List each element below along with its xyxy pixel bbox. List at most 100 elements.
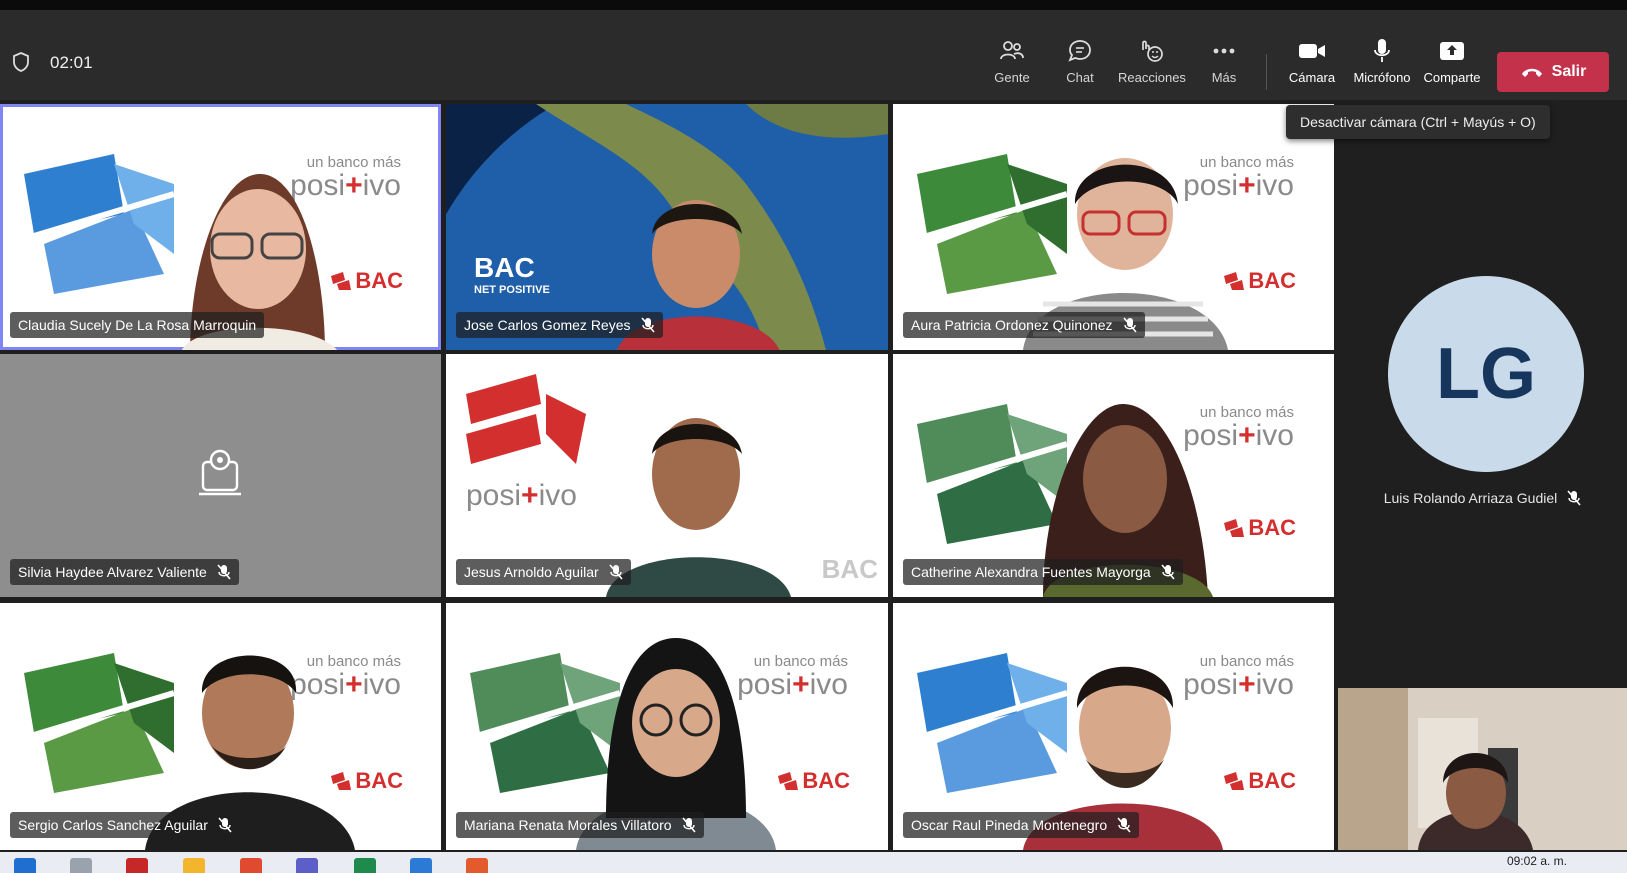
start-icon[interactable] [14, 858, 36, 873]
camera-label: Cámara [1288, 70, 1336, 85]
participant-tile[interactable]: BAC NET POSITIVE Jose Carlos Gomez Reyes [446, 104, 888, 350]
positivo-text: posi+ivo [466, 479, 577, 513]
mic-off-icon [1161, 564, 1175, 580]
windows-taskbar: 09:02 a. m. [0, 852, 1627, 873]
participant-name-tag: Jesus Arnoldo Aguilar [456, 559, 631, 585]
app-icon[interactable] [126, 858, 148, 873]
slogan-plus: + [1238, 668, 1256, 701]
mic-off-icon [1567, 490, 1581, 506]
bac-text: BAC [355, 268, 403, 293]
bac-logo: BAC [1224, 768, 1296, 794]
bac-text: BAC [1248, 268, 1296, 293]
people-icon [1000, 41, 1024, 60]
people-button[interactable]: Gente [990, 36, 1034, 94]
side-participant-pane[interactable]: LG Luis Rolando Arriaza Gudiel [1338, 100, 1627, 688]
chat-button[interactable]: Chat [1058, 36, 1102, 94]
bac-text: BAC [1248, 515, 1296, 540]
reactions-label: Reacciones [1118, 70, 1186, 85]
slogan-post: ivo [362, 169, 401, 202]
participant-name-tag: Sergio Carlos Sanchez Aguilar [10, 812, 240, 838]
bac-net-positive-logo: BAC NET POSITIVE [474, 252, 550, 296]
excel-icon[interactable] [354, 858, 376, 873]
slogan-plus: + [1238, 419, 1256, 452]
participant-tile[interactable]: un banco más posi+ivo BAC Mariana Renata… [446, 603, 888, 850]
participant-tile[interactable]: un banco más posi+ivo BAC Catherine Alex… [893, 354, 1334, 597]
shield-icon [13, 52, 29, 72]
slogan-post: ivo [362, 668, 401, 701]
powerpoint-icon[interactable] [466, 858, 488, 873]
slogan-post: ivo [538, 479, 577, 512]
participant-name: Catherine Alexandra Fuentes Mayorga [911, 564, 1151, 580]
chat-label: Chat [1066, 70, 1094, 85]
hang-up-icon [1521, 68, 1542, 77]
mic-off-icon [1117, 817, 1131, 833]
camera-tooltip: Desactivar cámara (Ctrl + Mayús + O) [1286, 105, 1550, 139]
share-icon [1440, 42, 1464, 60]
slogan-post: ivo [809, 668, 848, 701]
participant-name: Claudia Sucely De La Rosa Marroquin [18, 317, 257, 333]
slogan-post: ivo [1255, 419, 1294, 452]
teams-icon[interactable] [296, 858, 318, 873]
microphone-button[interactable]: Micrófono [1350, 36, 1414, 94]
bac-logo: BAC [778, 768, 850, 794]
side-participant-name-row: Luis Rolando Arriaza Gudiel [1338, 490, 1627, 506]
participant-tile[interactable]: posi+ivo BAC Jesus Arnoldo Aguilar [446, 354, 888, 597]
participant-name-tag: Oscar Raul Pineda Montenegro [903, 812, 1140, 838]
camera-icon [1299, 44, 1325, 58]
leave-button[interactable]: Salir [1497, 52, 1609, 92]
participant-name: Mariana Renata Morales Villatoro [464, 817, 672, 833]
slogan-plus: + [1238, 169, 1256, 202]
camera-off-icon [199, 449, 241, 496]
bac-net-positive-subtitle: NET POSITIVE [474, 284, 550, 296]
participant-name-tag: Aura Patricia Ordonez Quinonez [903, 312, 1145, 338]
browser-icon[interactable] [240, 858, 262, 873]
microphone-icon [1374, 39, 1390, 62]
self-view-video[interactable] [1338, 688, 1627, 850]
bac-large-mark [466, 374, 586, 464]
participant-tile[interactable]: un banco más posi+ivo BAC Aura Patricia … [893, 104, 1334, 350]
share-button[interactable]: Comparte [1422, 36, 1482, 94]
participant-name-tag: Jose Carlos Gomez Reyes [456, 312, 663, 338]
participant-tile[interactable]: un banco más posi+ivo BAC Claudia Sucely… [0, 104, 441, 350]
meeting-timer: 02:01 [50, 53, 93, 72]
reactions-button[interactable]: Reacciones [1118, 36, 1186, 94]
bac-net-positive-title: BAC [474, 252, 535, 283]
mic-off-icon [1122, 317, 1137, 333]
toolbar-divider [1266, 54, 1267, 90]
meeting-toolbar: 02:01 Gente Chat Reacciones Más Cámara M… [0, 10, 1627, 100]
self-view-scene [1338, 688, 1627, 850]
camera-button[interactable]: Cámara [1286, 36, 1338, 94]
bac-text: BAC [355, 768, 403, 793]
mic-off-icon [681, 817, 696, 833]
search-icon[interactable] [70, 858, 92, 873]
participant-name: Jesus Arnoldo Aguilar [464, 564, 599, 580]
participant-name: Aura Patricia Ordonez Quinonez [911, 317, 1113, 333]
window-top-strip [0, 0, 1627, 10]
slogan-plus: + [792, 668, 810, 701]
participant-name-tag: Silvia Haydee Alvarez Valiente [10, 559, 239, 585]
bac-mark-icon [1224, 519, 1245, 537]
participant-name-tag: Mariana Renata Morales Villatoro [456, 812, 704, 838]
mic-off-icon [609, 564, 623, 580]
participant-name: Oscar Raul Pineda Montenegro [911, 817, 1108, 833]
slogan-plus: + [521, 479, 539, 512]
word-icon[interactable] [410, 858, 432, 873]
participant-name: Jose Carlos Gomez Reyes [464, 317, 631, 333]
participant-name: Sergio Carlos Sanchez Aguilar [18, 817, 208, 833]
bac-text: BAC [802, 768, 850, 793]
participant-tile[interactable]: un banco más posi+ivo BAC Oscar Raul Pin… [893, 603, 1334, 850]
participant-tile[interactable]: Silvia Haydee Alvarez Valiente [0, 354, 441, 597]
more-label: Más [1211, 70, 1237, 85]
bac-watermark: BAC [821, 554, 878, 584]
participant-name-tag: Catherine Alexandra Fuentes Mayorga [903, 559, 1183, 585]
folder-icon[interactable] [183, 858, 205, 873]
bac-logo: BAC [1224, 268, 1296, 294]
chat-icon [1068, 40, 1091, 62]
taskbar-clock: 09:02 a. m. [1506, 854, 1567, 868]
participant-name: Silvia Haydee Alvarez Valiente [18, 564, 207, 580]
more-button[interactable]: Más [1204, 36, 1244, 94]
share-label: Comparte [1423, 70, 1481, 85]
avatar: LG [1388, 276, 1584, 472]
participant-tile[interactable]: un banco más posi+ivo BAC Sergio Carlos … [0, 603, 441, 850]
slogan-post: ivo [1255, 169, 1294, 202]
